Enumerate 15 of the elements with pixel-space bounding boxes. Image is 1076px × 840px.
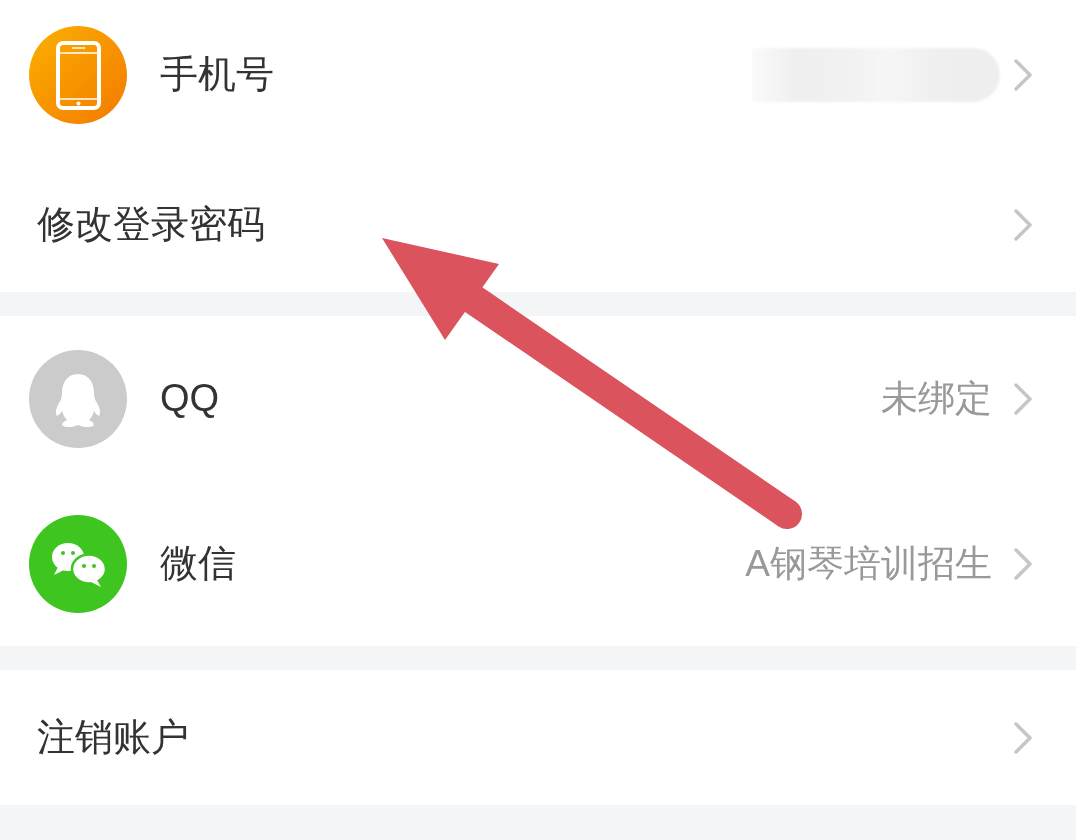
row-label[interactable]: 手机号 (160, 49, 274, 100)
chevron-right-icon[interactable] (1014, 721, 1032, 754)
row-label[interactable]: 修改登录密码 (37, 199, 265, 250)
row-value: 未绑定 (881, 376, 992, 421)
chat-bubbles-icon (29, 514, 127, 613)
mobile-phone-icon (29, 25, 127, 124)
penguin-icon (29, 349, 127, 448)
chevron-right-icon[interactable] (1014, 58, 1032, 91)
row-label[interactable]: QQ (160, 377, 220, 420)
chevron-right-icon[interactable] (1014, 547, 1032, 580)
chevron-right-icon[interactable] (1014, 382, 1032, 415)
row-label[interactable]: 注销账户 (37, 712, 189, 763)
chevron-right-icon[interactable] (1014, 208, 1032, 241)
row-value: A钢琴培训招生 (745, 541, 992, 586)
row-label[interactable]: 微信 (160, 538, 236, 589)
